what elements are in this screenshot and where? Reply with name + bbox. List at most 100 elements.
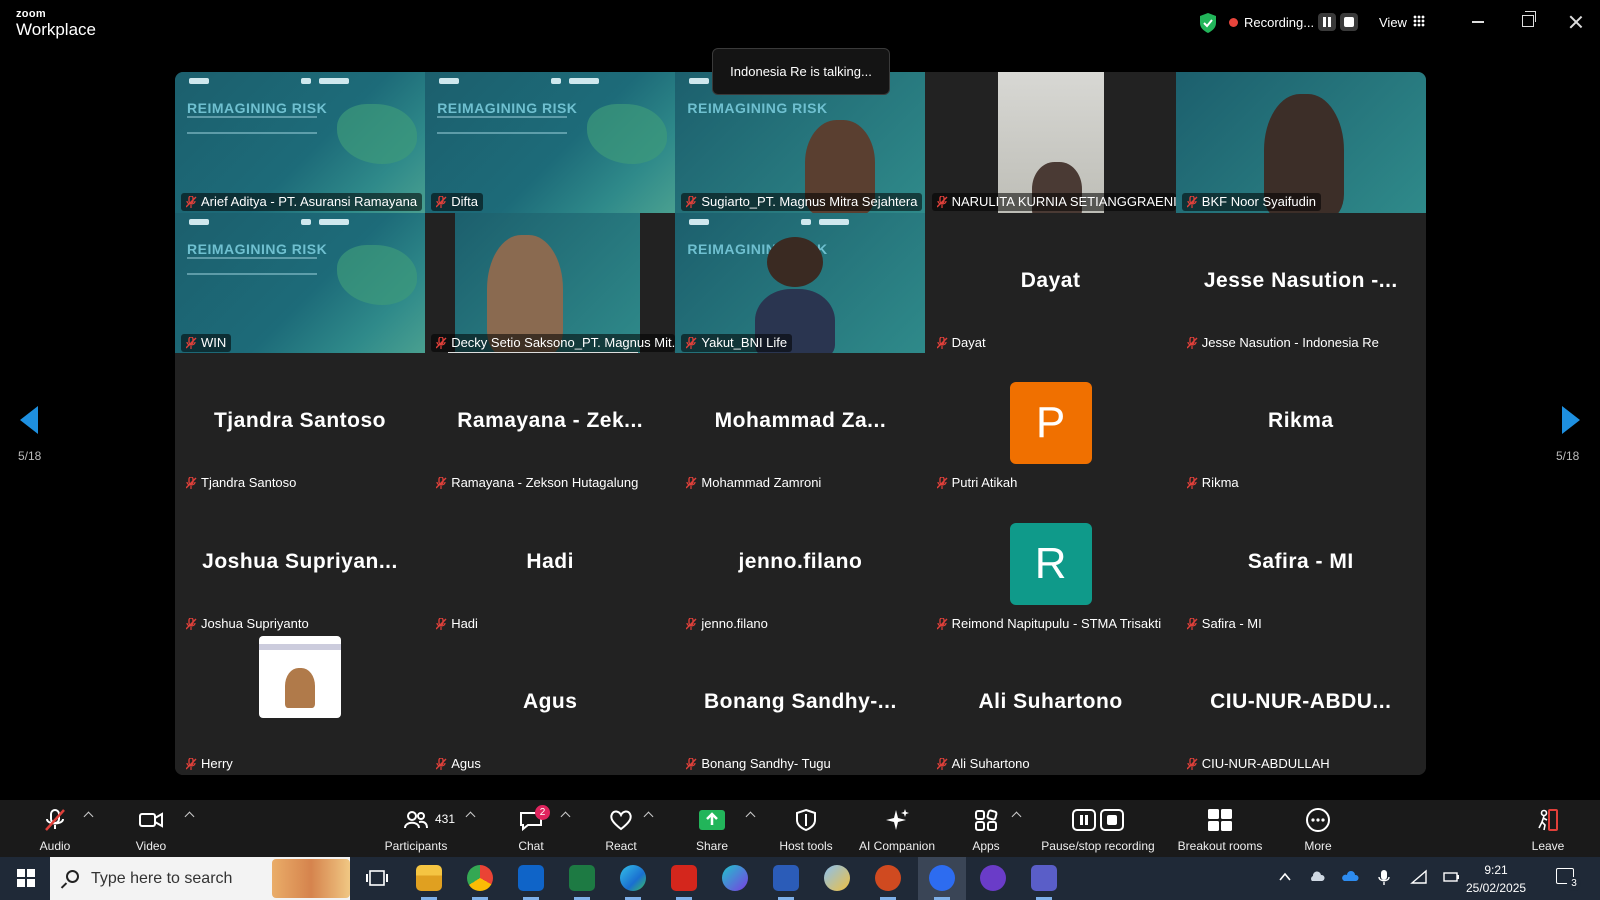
pause-stop-recording-button[interactable]: Pause/stop recording — [1041, 800, 1155, 857]
participant-name: Tjandra Santoso — [201, 475, 297, 491]
pause-recording-button[interactable] — [1318, 13, 1336, 31]
participant-tile[interactable]: P Putri Atikah — [925, 353, 1176, 495]
word-icon[interactable] — [773, 865, 799, 891]
stop-recording-button[interactable] — [1340, 13, 1358, 31]
minimize-button[interactable] — [1472, 21, 1484, 23]
file-explorer-icon[interactable] — [416, 865, 442, 891]
display-name: Agus — [522, 690, 578, 714]
onedrive-icon[interactable] — [1341, 868, 1359, 886]
battery-icon[interactable] — [1442, 868, 1460, 886]
participant-nameplate: NARULITA KURNIA SETIANGGRAENI — [931, 193, 1176, 211]
participant-tile[interactable]: Ali Suhartono Ali Suhartono — [925, 634, 1176, 775]
video-button[interactable]: Video — [130, 800, 172, 857]
taskbar-clock[interactable]: 9:21 25/02/2025 — [1466, 861, 1526, 897]
chat-badge: 2 — [535, 805, 550, 820]
share-button[interactable]: Share — [690, 800, 734, 857]
task-view-icon[interactable] — [364, 865, 390, 891]
taskbar-search-box[interactable]: Type here to search — [50, 857, 350, 900]
paint-icon[interactable] — [824, 865, 850, 891]
participant-nameplate: Tjandra Santoso — [181, 474, 301, 492]
teams-icon[interactable] — [1031, 865, 1057, 891]
participant-nameplate: Sugiarto_PT. Magnus Mitra Sejahtera — [681, 193, 923, 211]
participant-name: CIU-NUR-ABDULLAH — [1201, 756, 1330, 772]
acrobat-icon[interactable] — [671, 865, 697, 891]
react-button[interactable]: React — [600, 800, 642, 857]
participant-name: jenno.filano — [701, 615, 768, 631]
previous-page-arrow-icon[interactable] — [20, 406, 38, 434]
participant-tile[interactable]: Ramayana - Zek... Ramayana - Zekson Hutag… — [425, 353, 676, 495]
participant-tile[interactable]: REIMAGINING RISK Arief Aditya - PT. Asura… — [175, 72, 425, 213]
share-options-caret-icon[interactable] — [745, 811, 756, 822]
mic-muted-icon — [686, 196, 697, 208]
more-button[interactable]: More — [1296, 800, 1340, 857]
audio-options-caret-icon[interactable] — [83, 811, 94, 822]
shield-icon — [796, 808, 816, 832]
participant-tile[interactable]: REIMAGINING RISK Yakut_BNI Life — [675, 212, 926, 354]
participant-nameplate: BKF Noor Syaifudin — [1181, 193, 1321, 211]
participant-tile[interactable]: R Reimond Napitupulu - STMA Trisakti — [925, 493, 1176, 635]
canva-icon[interactable] — [722, 865, 748, 891]
show-hidden-icons-chevron-icon[interactable] — [1276, 868, 1294, 886]
participant-tile[interactable]: Herry — [175, 634, 425, 775]
apps-options-caret-icon[interactable] — [1011, 811, 1022, 822]
participant-tile[interactable]: Joshua Supriyan... Joshua Supriyanto — [175, 493, 425, 635]
participant-tile[interactable]: Tjandra Santoso Tjandra Santoso — [175, 353, 425, 495]
powerpoint-icon[interactable] — [875, 865, 901, 891]
chrome-icon[interactable] — [467, 865, 493, 891]
leave-button[interactable]: Leave — [1526, 800, 1570, 857]
outlook-icon[interactable] — [518, 865, 544, 891]
video-options-caret-icon[interactable] — [184, 811, 195, 822]
participant-tile[interactable]: Rikma Rikma — [1175, 353, 1426, 495]
participant-tile[interactable]: Agus Agus — [425, 634, 676, 775]
grid-icon[interactable] — [1413, 15, 1425, 27]
participant-name: Putri Atikah — [951, 475, 1018, 491]
participant-tile[interactable]: jenno.filano jenno.filano — [675, 493, 926, 635]
participant-tile[interactable]: BKF Noor Syaifudin — [1175, 72, 1426, 213]
participant-tile[interactable]: Dayat Dayat — [925, 212, 1176, 354]
participant-tile[interactable]: Bonang Sandhy-... Bonang Sandhy- Tugu — [675, 634, 926, 775]
react-options-caret-icon[interactable] — [643, 811, 654, 822]
zoom-icon[interactable] — [929, 865, 955, 891]
participant-tile[interactable]: Safira - MI Safira - MI — [1175, 493, 1426, 635]
network-cloud-icon[interactable] — [1308, 868, 1326, 886]
breakout-rooms-button[interactable]: Breakout rooms — [1170, 800, 1270, 857]
participant-name: WIN — [201, 334, 227, 350]
host-tools-button[interactable]: Host tools — [775, 800, 837, 857]
display-name: CIU-NUR-ABDU... — [1210, 690, 1392, 714]
participant-nameplate: Rikma — [1182, 474, 1244, 492]
ai-companion-button[interactable]: AI Companion — [859, 800, 935, 857]
media-player-icon[interactable] — [980, 865, 1006, 891]
view-button[interactable]: View — [1379, 15, 1407, 30]
profile-photo — [259, 636, 341, 719]
participant-tile[interactable]: CIU-NUR-ABDU... CIU-NUR-ABDULLAH — [1175, 634, 1426, 775]
participant-tile[interactable]: Decky Setio Saksono_PT. Magnus Mit... — [425, 212, 676, 354]
close-button[interactable] — [1568, 14, 1584, 30]
participant-tile[interactable]: REIMAGINING RISK WIN — [175, 212, 425, 354]
edge-icon[interactable] — [620, 865, 646, 891]
mic-muted-icon — [186, 196, 197, 208]
wifi-icon[interactable] — [1410, 868, 1428, 886]
chat-options-caret-icon[interactable] — [560, 811, 571, 822]
audio-button[interactable]: Audio — [34, 800, 76, 857]
participant-tile[interactable]: NARULITA KURNIA SETIANGGRAENI — [925, 72, 1176, 213]
participant-tile[interactable]: Hadi Hadi — [425, 493, 676, 635]
participants-button[interactable]: Participants — [383, 800, 449, 857]
recording-dot-icon — [1229, 18, 1238, 27]
participant-nameplate: Joshua Supriyanto — [181, 615, 314, 633]
apps-button[interactable]: Apps — [962, 800, 1010, 857]
participant-tile[interactable]: Jesse Nasution -... Jesse Nasution - Indo… — [1175, 212, 1426, 354]
encryption-shield-icon[interactable] — [1198, 12, 1218, 34]
chat-button[interactable]: 2 Chat — [510, 800, 552, 857]
active-speaker-tooltip: Indonesia Re is talking... — [712, 48, 890, 95]
participant-tile[interactable]: Mohammad Za... Mohammad Zamroni — [675, 353, 926, 495]
participant-tile[interactable]: REIMAGINING RISK Difta — [425, 72, 676, 213]
microphone-icon[interactable] — [1375, 868, 1393, 886]
windows-start-icon[interactable] — [17, 869, 35, 887]
restore-button[interactable] — [1522, 11, 1536, 27]
next-page-arrow-icon[interactable] — [1562, 406, 1580, 434]
display-name: Rikma — [1268, 409, 1334, 433]
participants-options-caret-icon[interactable] — [465, 811, 476, 822]
mic-muted-icon — [936, 617, 948, 630]
participant-name: Reimond Napitupulu - STMA Trisakti — [951, 615, 1162, 631]
excel-icon[interactable] — [569, 865, 595, 891]
